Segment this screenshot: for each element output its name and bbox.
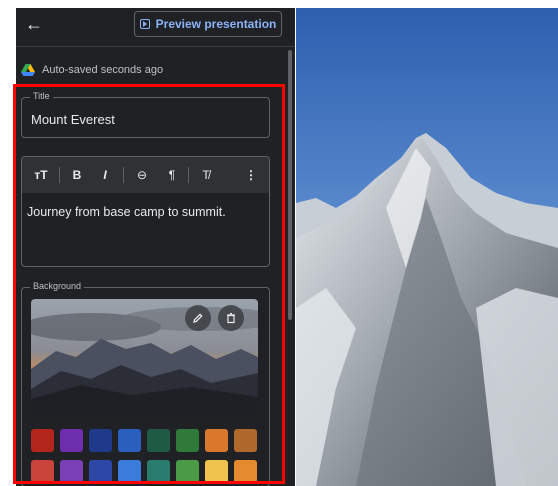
editor-body-text[interactable]: Journey from base camp to summit.	[27, 205, 226, 219]
more-options-icon[interactable]: ⋮	[244, 166, 258, 184]
background-image[interactable]	[31, 299, 258, 415]
text-size-button[interactable]: тT	[30, 166, 52, 184]
paragraph-icon[interactable]: ¶	[162, 166, 182, 184]
color-swatch[interactable]	[205, 429, 228, 452]
preview-presentation-button[interactable]: Preview presentation	[134, 11, 282, 37]
autosave-text: Auto-saved seconds ago	[42, 64, 164, 76]
top-bar: ← Preview presentation	[16, 8, 295, 46]
app-window: ← Preview presentation Auto-saved second…	[0, 0, 558, 486]
toolbar-separator	[59, 167, 60, 183]
divider	[16, 46, 295, 47]
format-toolbar: тT B I ⊖ ¶ T̸ ⋮	[22, 157, 269, 193]
toolbar-separator	[123, 167, 124, 183]
scrollbar[interactable]	[288, 50, 292, 320]
play-icon	[139, 19, 150, 29]
preview-button-label: Preview presentation	[155, 17, 277, 31]
description-editor[interactable]: тT B I ⊖ ¶ T̸ ⋮ Journey from base camp t…	[21, 156, 270, 267]
color-swatch[interactable]	[118, 429, 141, 452]
editor-panel: ← Preview presentation Auto-saved second…	[16, 8, 295, 486]
title-field[interactable]: Title	[21, 91, 270, 138]
title-input[interactable]	[31, 110, 251, 128]
link-icon[interactable]: ⊖	[132, 166, 152, 184]
background-label: Background	[30, 281, 85, 291]
color-swatch[interactable]	[147, 460, 170, 483]
color-swatch[interactable]	[147, 429, 170, 452]
drive-icon	[21, 64, 35, 76]
color-swatch[interactable]	[234, 460, 257, 483]
clear-format-icon[interactable]: T̸	[196, 166, 216, 184]
trash-icon	[227, 313, 235, 324]
background-field: Background	[21, 281, 270, 486]
delete-background-button[interactable]	[218, 305, 244, 331]
slide-preview	[296, 8, 558, 486]
color-swatch[interactable]	[60, 429, 83, 452]
color-swatch[interactable]	[31, 460, 54, 483]
bold-button[interactable]: B	[69, 166, 85, 184]
title-label: Title	[30, 91, 53, 101]
color-swatch[interactable]	[176, 429, 199, 452]
autosave-status: Auto-saved seconds ago	[21, 64, 163, 76]
edit-background-button[interactable]	[185, 305, 211, 331]
color-swatch[interactable]	[118, 460, 141, 483]
color-swatch[interactable]	[60, 460, 83, 483]
italic-button[interactable]: I	[97, 166, 113, 184]
color-swatch[interactable]	[89, 429, 112, 452]
toolbar-separator	[188, 167, 189, 183]
color-swatch[interactable]	[89, 460, 112, 483]
pencil-icon	[193, 313, 203, 323]
color-swatch[interactable]	[31, 429, 54, 452]
color-swatch[interactable]	[234, 429, 257, 452]
color-swatch[interactable]	[205, 460, 228, 483]
color-swatch[interactable]	[176, 460, 199, 483]
everest-preview-image	[296, 8, 558, 486]
back-arrow-icon[interactable]: ←	[24, 14, 44, 34]
